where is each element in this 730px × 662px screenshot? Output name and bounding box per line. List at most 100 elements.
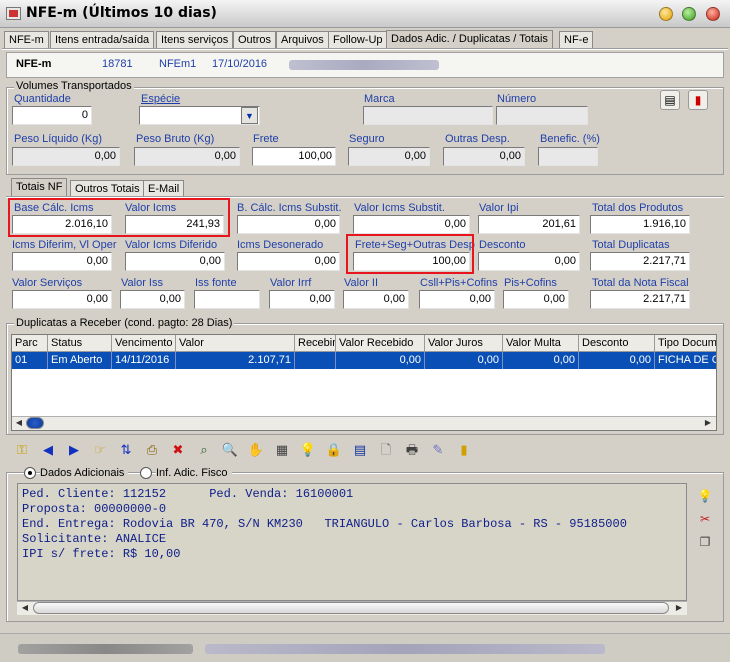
table-icon[interactable]: ▤	[350, 440, 370, 460]
zoom-icon[interactable]: 🔍	[220, 440, 240, 460]
table-cell[interactable]: 0,00	[425, 352, 503, 369]
icms-desonerado-field[interactable]: 0,00	[237, 252, 340, 271]
column-header[interactable]: Parc	[12, 335, 48, 352]
copy-doc-icon[interactable]: ❐	[695, 533, 715, 553]
tab-itens-entrada-saida[interactable]: Itens entrada/saída	[50, 31, 155, 48]
scroll-right-icon[interactable]: ▶	[702, 417, 714, 429]
especie-label[interactable]: Espécie	[141, 93, 180, 105]
table-cell[interactable]: Em Aberto	[48, 352, 112, 369]
outras-desp-field[interactable]: 0,00	[443, 147, 525, 166]
print-icon[interactable]: 🖶	[402, 440, 422, 460]
column-header[interactable]: Status	[48, 335, 112, 352]
inf-adic-fisco-label[interactable]: Inf. Adic. Fisco	[156, 467, 232, 479]
column-header[interactable]: Desconto	[579, 335, 655, 352]
sort-icon[interactable]: ⇅	[116, 440, 136, 460]
benefic-field[interactable]	[538, 147, 598, 166]
valor-servicos-field[interactable]: 0,00	[12, 290, 112, 309]
tab-nfe-m[interactable]: NFE-m	[4, 31, 49, 48]
valor-iss-field[interactable]: 0,00	[120, 290, 185, 309]
table-cell[interactable]: 14/11/2016	[112, 352, 176, 369]
iss-fonte-field[interactable]	[194, 290, 260, 309]
tab-itens-servicos[interactable]: Itens serviços	[156, 31, 234, 48]
text-horizontal-scrollbar[interactable]: ◀ ▶	[17, 601, 687, 615]
printer-icon[interactable]: ⎙	[142, 440, 162, 460]
exit-door-icon[interactable]: ▮	[688, 90, 708, 110]
frete-field[interactable]: 100,00	[252, 147, 336, 166]
column-header[interactable]: Tipo Docum	[655, 335, 716, 352]
exit-icon[interactable]: ▮	[454, 440, 474, 460]
table-cell[interactable]: 0,00	[579, 352, 655, 369]
table-cell[interactable]	[295, 352, 336, 369]
marca-field[interactable]	[363, 106, 493, 125]
numero-field[interactable]	[496, 106, 588, 125]
tab-nf-e[interactable]: NF-e	[559, 31, 594, 48]
table-cell[interactable]: 2.107,71	[176, 352, 295, 369]
table-cell[interactable]: 0,00	[503, 352, 579, 369]
table-cell[interactable]: 0,00	[336, 352, 425, 369]
scroll-thumb[interactable]	[26, 417, 44, 429]
tab-totais-nf[interactable]: Totais NF	[11, 178, 68, 197]
tab-outros-totais[interactable]: Outros Totais	[70, 180, 145, 197]
column-header[interactable]: Recebimento	[295, 335, 336, 352]
hand-pointer-icon[interactable]: ☞	[90, 440, 110, 460]
edit-icon[interactable]: ✎	[428, 440, 448, 460]
dados-adicionais-label[interactable]: Dados Adicionais	[40, 467, 129, 479]
scroll-left-icon[interactable]: ◀	[13, 417, 25, 429]
valor-ipi-field[interactable]: 201,61	[478, 215, 580, 234]
next-icon[interactable]: ▶	[64, 440, 84, 460]
text-scroll-thumb[interactable]	[33, 602, 669, 614]
document-series: NFEm1	[159, 58, 197, 70]
tab-follow-up[interactable]: Follow-Up	[328, 31, 388, 48]
inf-adic-fisco-radio[interactable]	[140, 467, 152, 479]
quantidade-label: Quantidade	[14, 93, 71, 105]
maximize-button[interactable]	[682, 7, 696, 21]
peso-liquido-field[interactable]: 0,00	[12, 147, 120, 166]
desconto-field[interactable]: 0,00	[478, 252, 580, 271]
lightbulb-icon[interactable]: 💡	[298, 440, 318, 460]
valor-ii-field[interactable]: 0,00	[343, 290, 409, 309]
delete-icon[interactable]: ✖	[168, 440, 188, 460]
table-cell[interactable]: 01	[12, 352, 48, 369]
close-button[interactable]	[706, 7, 720, 21]
tab-e-mail[interactable]: E-Mail	[143, 180, 185, 197]
chevron-down-icon[interactable]: ▼	[241, 107, 258, 124]
column-header[interactable]: Valor	[176, 335, 295, 352]
quantidade-field[interactable]: 0	[12, 106, 92, 125]
peso-bruto-field[interactable]: 0,00	[134, 147, 240, 166]
scroll-right-icon[interactable]: ▶	[673, 602, 685, 614]
dados-adicionais-text[interactable]: Ped. Cliente: 112152 Ped. Venda: 1610000…	[17, 483, 687, 601]
lightbulb-icon[interactable]: 💡	[695, 487, 715, 507]
icms-diferim-field[interactable]: 0,00	[12, 252, 112, 271]
key-icon[interactable]: ⚿	[12, 440, 32, 460]
csll-field[interactable]: 0,00	[419, 290, 495, 309]
base-icms-subst-field[interactable]: 0,00	[237, 215, 340, 234]
prev-icon[interactable]: ◀	[38, 440, 58, 460]
table-cell[interactable]: FICHA DE C	[655, 352, 716, 369]
pis-cofins-field[interactable]: 0,00	[503, 290, 569, 309]
table-horizontal-scrollbar[interactable]: ◀ ▶	[12, 416, 716, 430]
document-icon[interactable]: ▤	[660, 90, 680, 110]
total-duplicatas-field[interactable]: 2.217,71	[590, 252, 690, 271]
scroll-left-icon[interactable]: ◀	[19, 602, 31, 614]
valor-icms-diferido-field[interactable]: 0,00	[125, 252, 225, 271]
total-produtos-field[interactable]: 1.916,10	[590, 215, 690, 234]
calculator-icon[interactable]: ▦	[272, 440, 292, 460]
lock-icon[interactable]: 🔒	[324, 440, 344, 460]
column-header[interactable]: Valor Juros	[425, 335, 503, 352]
minimize-button[interactable]	[659, 7, 673, 21]
column-header[interactable]: Valor Recebido	[336, 335, 425, 352]
seguro-field[interactable]: 0,00	[348, 147, 430, 166]
hand-icon[interactable]: ✋	[246, 440, 266, 460]
valor-icms-subst-field[interactable]: 0,00	[353, 215, 470, 234]
tab-arquivos[interactable]: Arquivos	[276, 31, 329, 48]
total-nota-field[interactable]: 2.217,71	[590, 290, 690, 309]
tab-outros[interactable]: Outros	[233, 31, 277, 48]
column-header[interactable]: Valor Multa	[503, 335, 579, 352]
column-header[interactable]: Vencimento	[112, 335, 176, 352]
search-doc-icon[interactable]: ⌕	[194, 440, 214, 460]
dados-adicionais-radio[interactable]	[24, 467, 36, 479]
valor-irrf-field[interactable]: 0,00	[269, 290, 335, 309]
new-doc-icon[interactable]: 🗋	[376, 440, 396, 460]
tab-dados-adic[interactable]: Dados Adic. / Duplicatas / Totais	[386, 30, 553, 49]
cut-doc-icon[interactable]: ✂	[695, 510, 715, 530]
